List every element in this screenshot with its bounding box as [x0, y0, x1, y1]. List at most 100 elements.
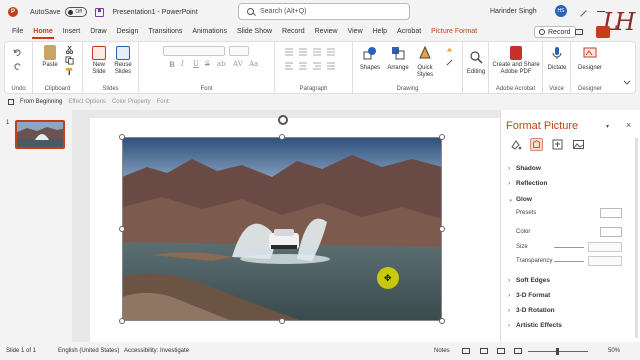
reuse-slides-label: Reuse Slides	[114, 62, 132, 75]
designer-button[interactable]: Designer	[575, 46, 605, 72]
char-spacing-button[interactable]: AV	[233, 60, 243, 68]
shape-outline-icon[interactable]	[445, 58, 454, 67]
tab-file[interactable]: File	[7, 24, 28, 40]
quick-access-bar: From Beginning Effect Options Color Prop…	[0, 95, 640, 108]
record-label: Record	[548, 28, 571, 36]
reuse-slides-button[interactable]: Reuse Slides	[111, 46, 135, 76]
search-placeholder: Search (Alt+Q)	[260, 8, 307, 15]
section-soft-edges[interactable]: › Soft Edges	[508, 277, 550, 284]
fill-line-icon[interactable]	[509, 138, 522, 151]
group-label-drawing: Drawing	[396, 86, 419, 92]
share-icon[interactable]	[596, 26, 610, 38]
shapes-button[interactable]: Shapes	[359, 46, 381, 72]
glow-transparency-input[interactable]	[588, 256, 622, 266]
effect-options-button[interactable]: Effect Options	[68, 99, 106, 105]
reading-view-icon[interactable]	[497, 348, 505, 354]
search-input[interactable]: Search (Alt+Q)	[238, 3, 410, 20]
editing-button[interactable]: Editing	[464, 50, 488, 76]
strikethrough-button[interactable]: S	[205, 60, 210, 68]
slideshow-view-icon[interactable]	[514, 348, 522, 354]
rotate-handle[interactable]	[278, 115, 288, 125]
shadow-text-button[interactable]: ab	[217, 60, 226, 68]
change-case-button[interactable]: Aa	[249, 60, 258, 68]
paste-button[interactable]: Paste	[39, 45, 61, 69]
resize-handle-bottom[interactable]	[279, 318, 285, 324]
from-beginning-icon	[8, 98, 14, 105]
resize-handle-bottom-right[interactable]	[439, 318, 445, 324]
bold-button[interactable]: B	[169, 60, 175, 69]
redo-icon[interactable]	[13, 62, 22, 71]
glow-size-slider[interactable]	[554, 247, 584, 248]
font-size-box[interactable]	[229, 46, 249, 56]
quick-styles-button[interactable]: Quick Styles	[413, 45, 437, 79]
from-beginning-button[interactable]: From Beginning	[20, 99, 62, 105]
save-icon[interactable]	[95, 7, 105, 17]
arrange-button[interactable]: Arrange	[385, 46, 411, 72]
color-property-button[interactable]: Color Property	[112, 99, 151, 105]
tab-draw[interactable]: Draw	[85, 24, 111, 40]
paragraph-icons[interactable]	[283, 47, 345, 73]
tab-record[interactable]: Record	[277, 24, 310, 40]
resize-handle-top-right[interactable]	[439, 134, 445, 140]
avatar[interactable]: HS	[555, 5, 567, 17]
autosave-toggle[interactable]: Off	[65, 7, 88, 17]
pane-scrollbar[interactable]	[635, 138, 638, 338]
font-name-box[interactable]	[163, 46, 225, 56]
italic-button[interactable]: I	[181, 60, 184, 68]
record-button[interactable]: Record	[534, 26, 576, 38]
dictate-button[interactable]: Dictate	[545, 46, 569, 72]
collapse-ribbon-icon[interactable]	[623, 80, 631, 86]
group-drawing: Shapes Arrange Quick Styles Drawing	[353, 42, 463, 93]
resize-handle-left[interactable]	[119, 226, 125, 232]
zoom-slider-thumb[interactable]	[556, 348, 559, 355]
shape-fill-icon[interactable]	[445, 46, 454, 55]
tab-animations[interactable]: Animations	[187, 24, 232, 40]
zoom-level[interactable]: 50%	[608, 348, 620, 354]
section-artistic-effects[interactable]: › Artistic Effects	[508, 322, 562, 329]
effects-icon[interactable]	[530, 138, 543, 151]
glow-presets-dropdown[interactable]	[600, 208, 622, 218]
create-share-pdf-button[interactable]: Create and Share Adobe PDF	[491, 46, 541, 76]
tab-slide-show[interactable]: Slide Show	[232, 24, 277, 40]
cut-icon[interactable]	[65, 45, 74, 54]
tab-home[interactable]: Home	[28, 24, 57, 40]
close-icon[interactable]: ×	[626, 120, 631, 130]
glow-transparency-slider[interactable]	[554, 261, 584, 262]
language-status[interactable]: English (United States)	[58, 348, 119, 354]
format-painter-icon[interactable]	[65, 67, 74, 76]
slide-thumbnail[interactable]	[15, 120, 65, 149]
accessibility-status[interactable]: Accessibility: Investigate	[124, 348, 189, 354]
tab-transitions[interactable]: Transitions	[143, 24, 187, 40]
tab-picture-format[interactable]: Picture Format	[426, 24, 482, 40]
comment-icon[interactable]	[575, 29, 583, 35]
normal-view-icon[interactable]	[462, 348, 470, 354]
tab-acrobat[interactable]: Acrobat	[392, 24, 426, 40]
undo-icon[interactable]	[13, 48, 22, 57]
section-reflection[interactable]: › Reflection	[508, 180, 547, 187]
slide-sorter-icon[interactable]	[480, 348, 488, 354]
picture-icon[interactable]	[572, 138, 585, 151]
size-properties-icon[interactable]	[551, 138, 564, 151]
tab-review[interactable]: Review	[310, 24, 343, 40]
resize-handle-bottom-left[interactable]	[119, 318, 125, 324]
resize-handle-right[interactable]	[439, 226, 445, 232]
adobe-pdf-icon	[510, 46, 522, 60]
glow-size-input[interactable]	[588, 242, 622, 252]
pane-options-icon[interactable]: ▾	[606, 123, 609, 130]
underline-button[interactable]: U	[193, 60, 199, 68]
section-3d-rotation[interactable]: › 3-D Rotation	[508, 307, 555, 314]
tab-insert[interactable]: Insert	[58, 24, 86, 40]
resize-handle-top-left[interactable]	[119, 134, 125, 140]
new-slide-button[interactable]: New Slide	[87, 46, 111, 76]
copy-icon[interactable]	[65, 56, 74, 65]
tab-design[interactable]: Design	[112, 24, 144, 40]
resize-handle-top[interactable]	[279, 134, 285, 140]
section-3d-format[interactable]: › 3-D Format	[508, 292, 550, 299]
tab-help[interactable]: Help	[368, 24, 392, 40]
section-glow[interactable]: ⌄ Glow	[508, 195, 532, 203]
slide-number: 1	[6, 120, 10, 126]
section-shadow[interactable]: › Shadow	[508, 165, 541, 172]
tab-view[interactable]: View	[343, 24, 368, 40]
notes-button[interactable]: Notes	[434, 348, 450, 354]
glow-color-dropdown[interactable]	[600, 227, 622, 237]
